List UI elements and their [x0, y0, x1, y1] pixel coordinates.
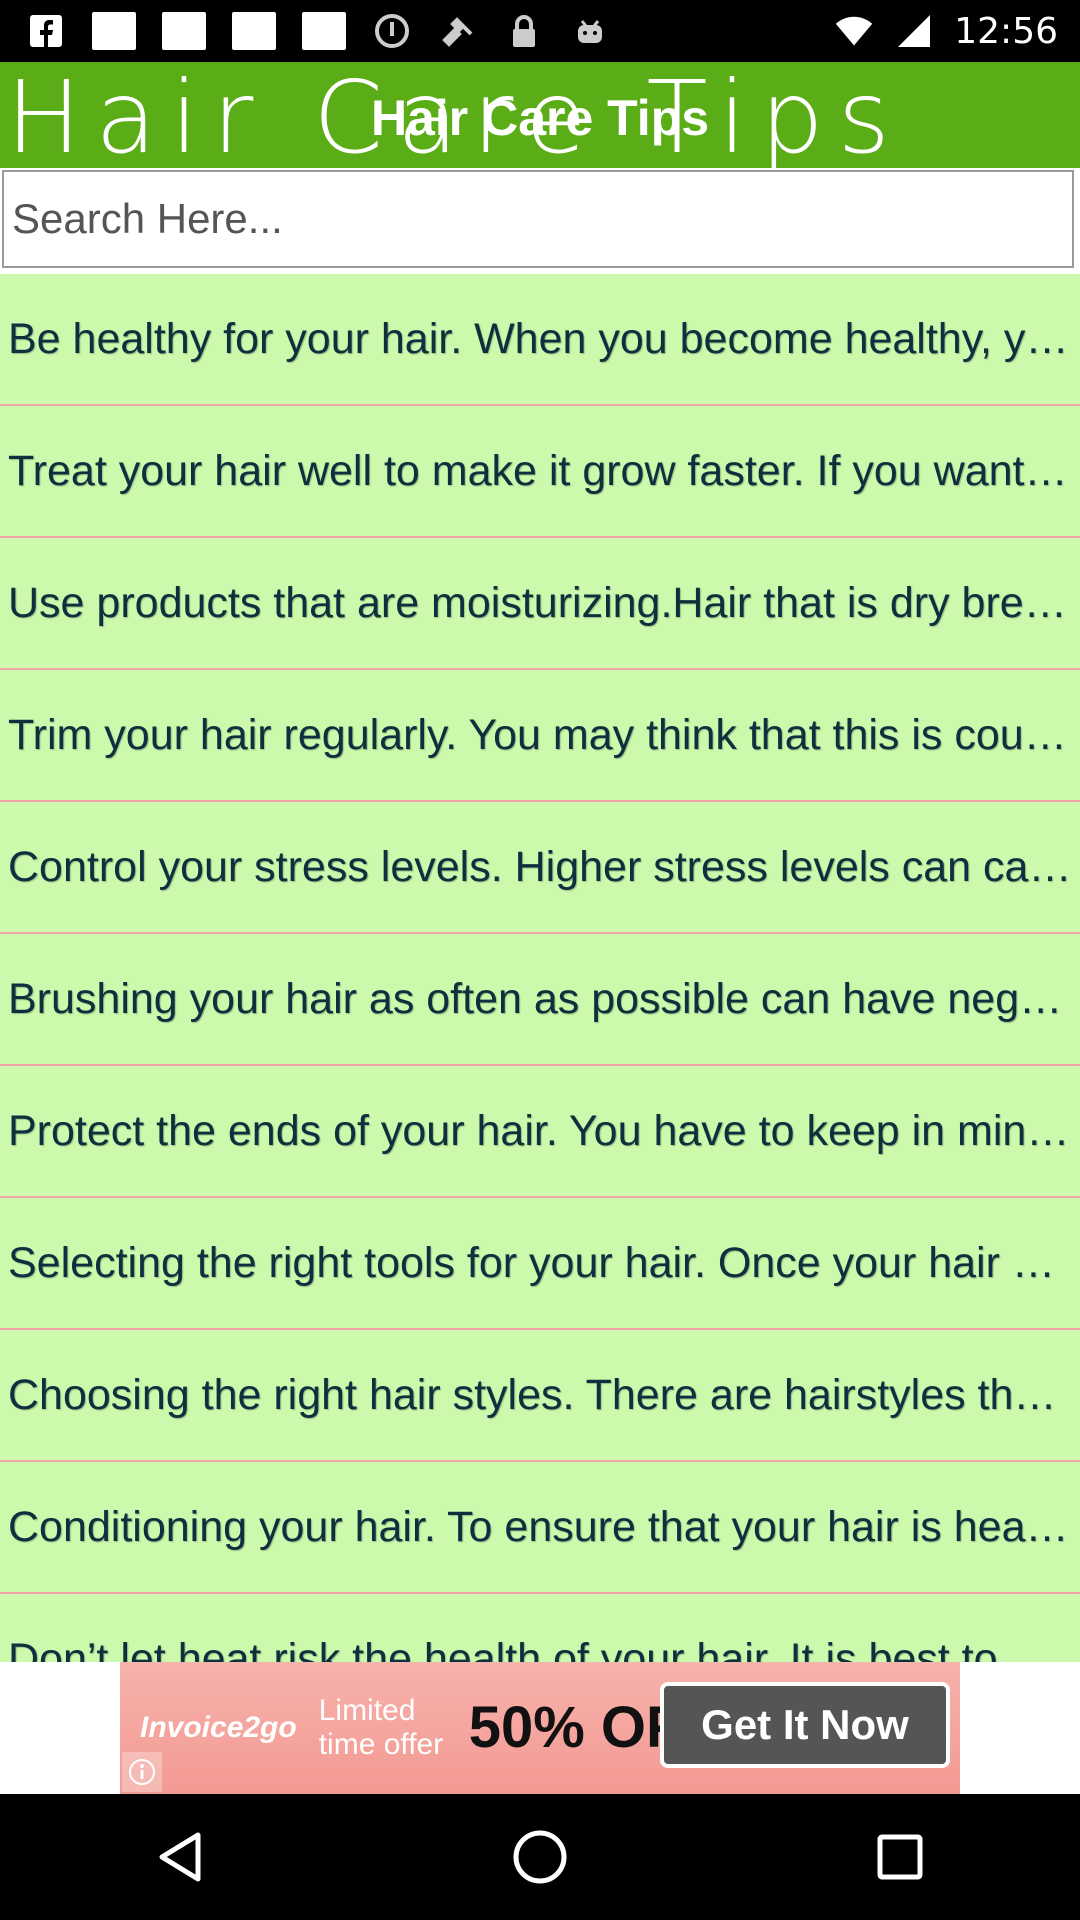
app-header: Hair Care Tips Hair Care Tips — [0, 62, 1080, 168]
notification-square — [162, 12, 206, 50]
ad-bar: Invoice2go Limited time offer 50% OFF Ge… — [0, 1662, 1080, 1794]
recents-button[interactable] — [840, 1807, 960, 1907]
list-item[interactable]: Use products that are moisturizing.Hair … — [0, 538, 1080, 670]
data-saver-icon — [372, 13, 412, 49]
list-item-text: Conditioning your hair. To ensure that y… — [8, 1502, 1076, 1551]
notification-square — [92, 12, 136, 50]
lock-icon — [504, 13, 544, 49]
recents-icon — [877, 1834, 923, 1880]
notification-square — [232, 12, 276, 50]
signal-icon — [894, 13, 934, 49]
back-icon — [159, 1832, 201, 1882]
nav-bar — [0, 1794, 1080, 1920]
list-item-text: Control your stress levels. Higher stres… — [8, 842, 1076, 891]
list-item-text: Be healthy for your hair. When you becom… — [8, 314, 1076, 363]
facebook-icon — [26, 13, 66, 49]
info-icon[interactable] — [122, 1752, 162, 1792]
back-button[interactable] — [120, 1807, 240, 1907]
wifi-icon — [834, 13, 874, 49]
status-bar: 12:56 — [0, 0, 1080, 62]
ad-cta-button[interactable]: Get It Now — [660, 1682, 950, 1768]
status-time: 12:56 — [954, 10, 1058, 52]
ad-offer-text: Limited time offer — [318, 1694, 444, 1761]
list-item-text: Protect the ends of your hair. You have … — [8, 1106, 1076, 1155]
list-item-text: Selecting the right tools for your hair.… — [8, 1238, 1076, 1287]
list-item[interactable]: Trim your hair regularly. You may think … — [0, 670, 1080, 802]
list-item[interactable]: Control your stress levels. Higher stres… — [0, 802, 1080, 934]
page-title: Hair Care Tips — [370, 90, 710, 146]
ad-brand: Invoice2go — [140, 1711, 297, 1744]
list-item-text: Don’t let heat risk the health of your h… — [8, 1634, 1076, 1663]
list-item[interactable]: Be healthy for your hair. When you becom… — [0, 274, 1080, 406]
list-item-text: Choosing the right hair styles. There ar… — [8, 1370, 1076, 1419]
list-item[interactable]: Protect the ends of your hair. You have … — [0, 1066, 1080, 1198]
list-item-text: Trim your hair regularly. You may think … — [8, 710, 1076, 759]
fake-gps-icon — [438, 13, 478, 49]
list-item-text: Brushing your hair as often as possible … — [8, 974, 1076, 1023]
list-item[interactable]: Selecting the right tools for your hair.… — [0, 1198, 1080, 1330]
list-item[interactable]: Choosing the right hair styles. There ar… — [0, 1330, 1080, 1462]
ad-banner[interactable]: Invoice2go Limited time offer 50% OFF Ge… — [120, 1662, 960, 1794]
home-button[interactable] — [480, 1807, 600, 1907]
list-item-text: Treat your hair well to make it grow fas… — [8, 446, 1076, 495]
search-area — [0, 168, 1080, 274]
home-icon — [513, 1830, 567, 1884]
list-item[interactable]: Brushing your hair as often as possible … — [0, 934, 1080, 1066]
list-item[interactable]: Treat your hair well to make it grow fas… — [0, 406, 1080, 538]
list-item-text: Use products that are moisturizing.Hair … — [8, 578, 1076, 627]
notification-square — [302, 12, 346, 50]
list-item[interactable]: Conditioning your hair. To ensure that y… — [0, 1462, 1080, 1594]
search-input[interactable] — [2, 170, 1074, 268]
list-item[interactable]: Don’t let heat risk the health of your h… — [0, 1594, 1080, 1663]
android-icon — [570, 13, 610, 49]
tips-list[interactable]: Be healthy for your hair. When you becom… — [0, 274, 1080, 1662]
